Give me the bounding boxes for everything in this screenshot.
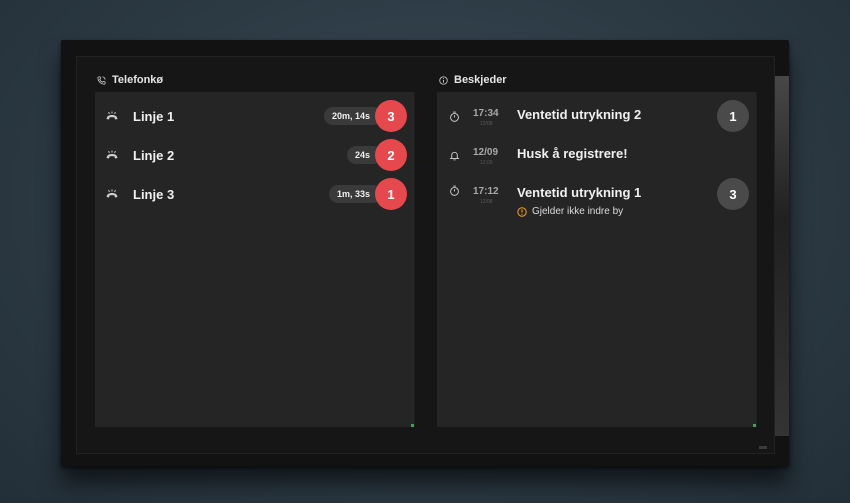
status-indicator bbox=[753, 424, 756, 427]
message-time: 17:12 bbox=[473, 186, 499, 197]
warning-info-icon bbox=[517, 206, 527, 217]
queue-line-label: Linje 3 bbox=[133, 186, 175, 202]
wait-duration: 20m, 14s bbox=[323, 107, 382, 125]
message-time: 17:34 bbox=[473, 108, 499, 119]
queue-panel: Linje 1 20m, 14s 3 Linje 2 24s 2 Linje 3… bbox=[95, 92, 415, 427]
status-indicator bbox=[411, 424, 414, 427]
dashboard-screen: Telefonkø Beskjeder Linje 1 20m, 14s 3 L… bbox=[76, 56, 775, 454]
message-note: Gjelder ikke indre by bbox=[517, 206, 623, 217]
ringing-phone-icon bbox=[106, 150, 118, 159]
queue-row-1[interactable]: Linje 1 20m, 14s 3 bbox=[95, 97, 414, 135]
queue-count-badge: 1 bbox=[375, 178, 407, 210]
ringing-phone-icon bbox=[106, 111, 118, 120]
bell-icon bbox=[449, 151, 460, 160]
message-item-2[interactable]: 12/09 12:00 Husk å registrere! bbox=[437, 136, 756, 174]
queue-count-badge: 2 bbox=[375, 139, 407, 171]
queue-title: Telefonkø bbox=[97, 74, 163, 86]
message-date: 12/08 bbox=[480, 121, 493, 127]
message-item-3[interactable]: 17:12 12/08 Ventetid utrykning 1 Gjelder… bbox=[437, 175, 756, 225]
messages-title: Beskjeder bbox=[439, 74, 507, 86]
messages-title-label: Beskjeder bbox=[454, 74, 507, 86]
message-date: 12/08 bbox=[480, 199, 493, 205]
queue-line-label: Linje 2 bbox=[133, 147, 175, 163]
phone-call-icon bbox=[97, 75, 106, 85]
queue-row-2[interactable]: Linje 2 24s 2 bbox=[95, 136, 414, 174]
stopwatch-icon bbox=[450, 185, 459, 196]
message-date: 12:00 bbox=[480, 160, 493, 166]
stopwatch-icon bbox=[450, 111, 459, 122]
messages-panel: 17:34 12/08 Ventetid utrykning 2 1 12/09… bbox=[437, 92, 757, 427]
queue-count-badge: 3 bbox=[375, 100, 407, 132]
power-led bbox=[759, 446, 767, 449]
message-item-1[interactable]: 17:34 12/08 Ventetid utrykning 2 1 bbox=[437, 97, 756, 135]
message-title: Ventetid utrykning 1 bbox=[517, 185, 642, 200]
message-title: Husk å registrere! bbox=[517, 146, 628, 161]
queue-row-3[interactable]: Linje 3 1m, 33s 1 bbox=[95, 175, 414, 213]
queue-title-label: Telefonkø bbox=[112, 74, 164, 86]
monitor: Telefonkø Beskjeder Linje 1 20m, 14s 3 L… bbox=[61, 40, 789, 466]
ringing-phone-icon bbox=[106, 189, 118, 198]
message-count-badge: 1 bbox=[717, 100, 749, 132]
queue-line-label: Linje 1 bbox=[133, 108, 175, 124]
message-time: 12/09 bbox=[473, 147, 499, 158]
message-count-badge: 3 bbox=[717, 178, 749, 210]
message-title: Ventetid utrykning 2 bbox=[517, 107, 642, 122]
info-icon bbox=[439, 75, 448, 85]
monitor-sheen bbox=[775, 76, 789, 436]
message-note-text: Gjelder ikke indre by bbox=[532, 206, 624, 217]
